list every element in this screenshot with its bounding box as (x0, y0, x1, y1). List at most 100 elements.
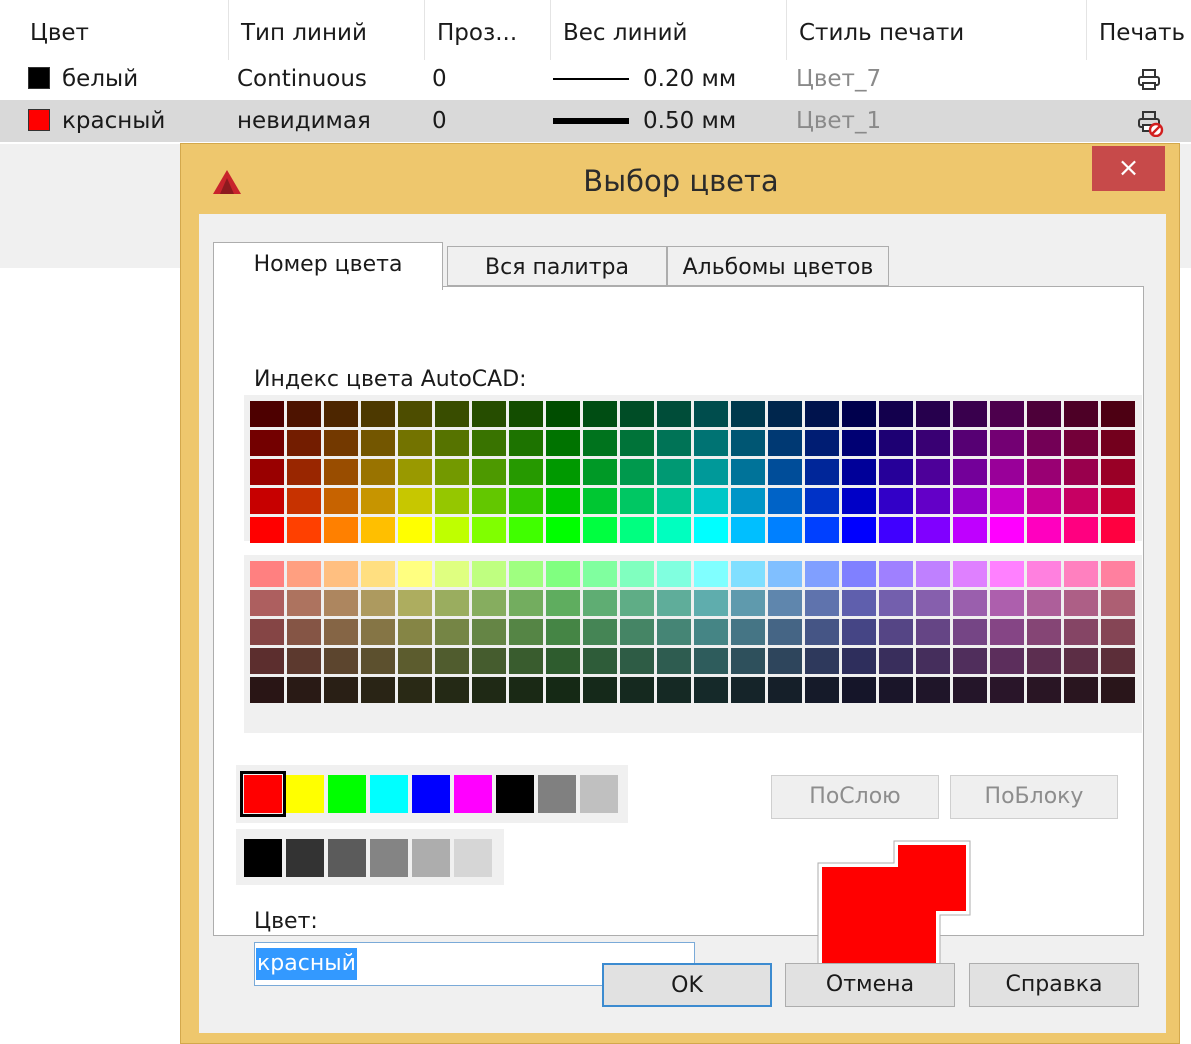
aci-color-cell[interactable] (694, 401, 728, 427)
aci-color-cell[interactable] (879, 401, 913, 427)
aci-color-cell[interactable] (1027, 517, 1061, 543)
aci-color-cell[interactable] (324, 590, 358, 616)
aci-color-cell[interactable] (657, 517, 691, 543)
aci-color-cell[interactable] (398, 619, 432, 645)
aci-color-cell[interactable] (694, 648, 728, 674)
aci-color-cell[interactable] (805, 459, 839, 485)
aci-color-cell[interactable] (694, 459, 728, 485)
close-button[interactable]: × (1092, 146, 1165, 191)
aci-color-cell[interactable] (324, 648, 358, 674)
aci-color-cell[interactable] (509, 488, 543, 514)
aci-color-cell[interactable] (361, 430, 395, 456)
aci-color-cell[interactable] (398, 430, 432, 456)
aci-color-cell[interactable] (879, 619, 913, 645)
aci-color-cell[interactable] (620, 488, 654, 514)
aci-color-cell[interactable] (620, 619, 654, 645)
aci-color-cell[interactable] (694, 677, 728, 703)
aci-color-cell[interactable] (657, 488, 691, 514)
aci-color-cell[interactable] (472, 488, 506, 514)
color-name[interactable]: белый (62, 58, 138, 100)
aci-color-cell[interactable] (1064, 677, 1098, 703)
aci-color-cell[interactable] (916, 590, 950, 616)
aci-color-cell[interactable] (620, 561, 654, 587)
aci-color-cell[interactable] (620, 430, 654, 456)
aci-color-cell[interactable] (509, 430, 543, 456)
aci-color-cell[interactable] (472, 517, 506, 543)
aci-color-cell[interactable] (916, 401, 950, 427)
aci-color-cell[interactable] (842, 488, 876, 514)
table-row[interactable]: красный невидимая 0 0.50 мм Цвет_1 (0, 100, 1191, 142)
aci-color-cell[interactable] (250, 619, 284, 645)
aci-color-cell[interactable] (1027, 619, 1061, 645)
aci-color-cell[interactable] (1101, 517, 1135, 543)
aci-color-cell[interactable] (1064, 648, 1098, 674)
aci-color-cell[interactable] (879, 561, 913, 587)
aci-color-cell[interactable] (805, 561, 839, 587)
aci-color-cell[interactable] (435, 648, 469, 674)
tab-color-books[interactable]: Альбомы цветов (667, 246, 889, 286)
aci-color-cell[interactable] (1027, 401, 1061, 427)
aci-color-cell[interactable] (731, 648, 765, 674)
aci-color-cell[interactable] (583, 561, 617, 587)
aci-color-cell[interactable] (472, 619, 506, 645)
aci-color-cell[interactable] (250, 561, 284, 587)
aci-color-cell[interactable] (805, 488, 839, 514)
aci-color-cell[interactable] (1064, 590, 1098, 616)
aci-color-cell[interactable] (805, 590, 839, 616)
aci-color-cell[interactable] (916, 459, 950, 485)
aci-color-cell[interactable] (546, 459, 580, 485)
lineweight-value[interactable]: 0.50 мм (643, 100, 736, 142)
aci-color-cell[interactable] (953, 677, 987, 703)
aci-color-cell[interactable] (287, 648, 321, 674)
aci-color-cell[interactable] (324, 430, 358, 456)
aci-color-cell[interactable] (657, 401, 691, 427)
aci-color-cell[interactable] (250, 648, 284, 674)
aci-color-cell[interactable] (509, 590, 543, 616)
aci-color-cell[interactable] (731, 561, 765, 587)
aci-color-cell[interactable] (879, 648, 913, 674)
aci-grid-bottom[interactable] (250, 561, 1135, 703)
aci-color-cell[interactable] (953, 459, 987, 485)
aci-color-cell[interactable] (953, 561, 987, 587)
color-swatch[interactable] (28, 67, 50, 89)
aci-color-cell[interactable] (805, 430, 839, 456)
aci-color-cell[interactable] (287, 590, 321, 616)
aci-color-cell[interactable] (472, 459, 506, 485)
aci-color-cell[interactable] (287, 401, 321, 427)
aci-color-cell[interactable] (509, 517, 543, 543)
aci-color-cell[interactable] (657, 590, 691, 616)
column-header-lineweight[interactable]: Вес линий (550, 0, 786, 60)
aci-color-cell[interactable] (731, 677, 765, 703)
color-name[interactable]: красный (62, 100, 165, 142)
column-header-color[interactable]: Цвет (18, 0, 228, 60)
aci-color-cell[interactable] (583, 590, 617, 616)
standard-color-cell[interactable] (454, 839, 492, 877)
column-header-plot-style[interactable]: Стиль печати (786, 0, 1086, 60)
aci-color-cell[interactable] (842, 561, 876, 587)
linetype-value[interactable]: Continuous (237, 58, 367, 100)
aci-color-cell[interactable] (472, 430, 506, 456)
aci-color-cell[interactable] (805, 619, 839, 645)
aci-color-cell[interactable] (361, 401, 395, 427)
aci-color-cell[interactable] (546, 561, 580, 587)
aci-color-cell[interactable] (546, 430, 580, 456)
aci-color-cell[interactable] (731, 517, 765, 543)
aci-color-cell[interactable] (842, 401, 876, 427)
aci-color-cell[interactable] (694, 619, 728, 645)
column-header-transparency[interactable]: Проз... (424, 0, 550, 60)
aci-color-cell[interactable] (583, 430, 617, 456)
aci-color-cell[interactable] (694, 590, 728, 616)
aci-color-cell[interactable] (953, 517, 987, 543)
aci-color-cell[interactable] (361, 590, 395, 616)
aci-color-cell[interactable] (472, 561, 506, 587)
aci-color-cell[interactable] (879, 677, 913, 703)
aci-color-cell[interactable] (657, 561, 691, 587)
aci-color-cell[interactable] (398, 561, 432, 587)
standard-color-cell[interactable] (286, 839, 324, 877)
aci-color-cell[interactable] (583, 401, 617, 427)
aci-color-cell[interactable] (583, 517, 617, 543)
standard-color-cell[interactable] (240, 771, 286, 817)
aci-color-cell[interactable] (583, 677, 617, 703)
aci-color-cell[interactable] (583, 488, 617, 514)
aci-color-cell[interactable] (916, 488, 950, 514)
